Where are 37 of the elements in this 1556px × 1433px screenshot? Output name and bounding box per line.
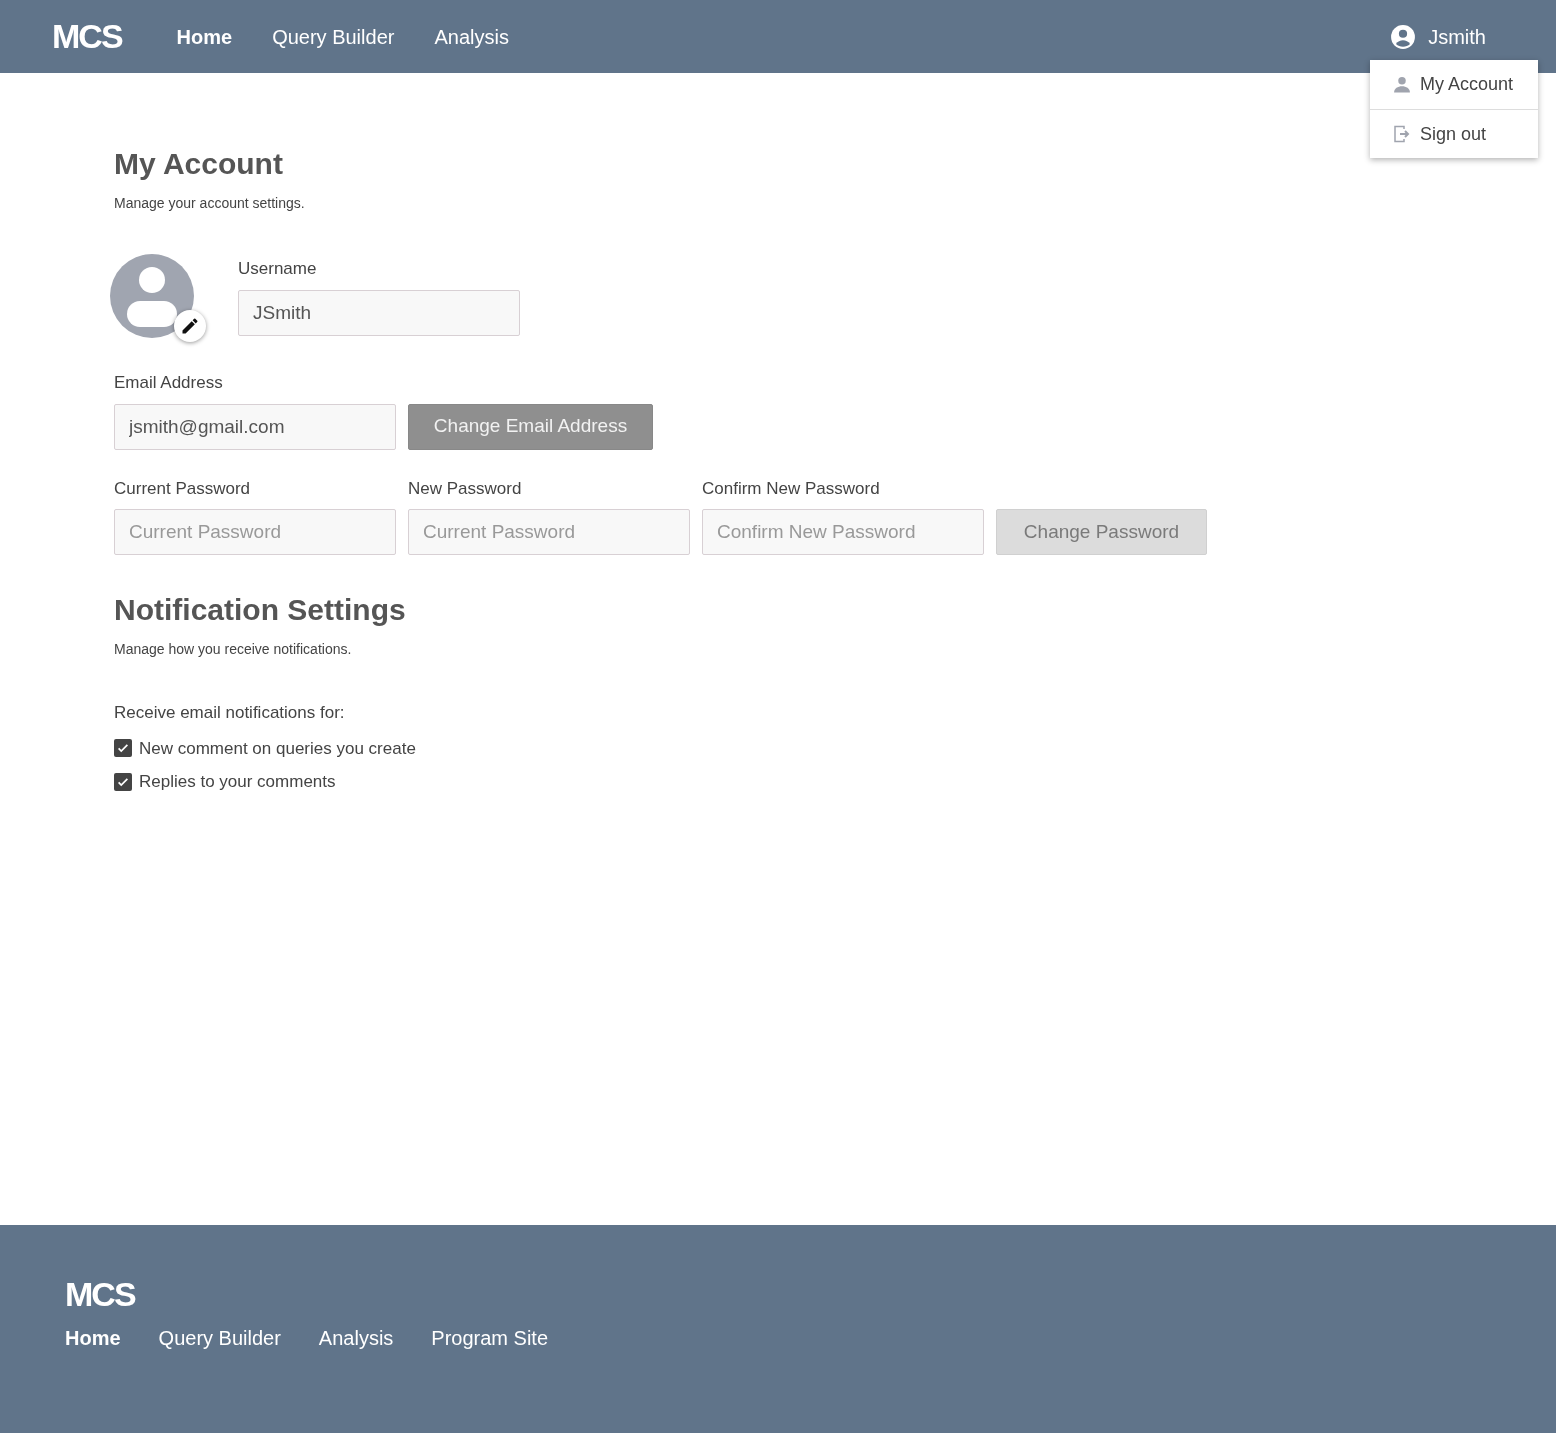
change-email-button[interactable]: Change Email Address xyxy=(408,403,653,450)
password-field[interactable]: Confirm New Password xyxy=(702,509,984,555)
menu-item[interactable]: My Account xyxy=(1370,60,1538,109)
edit-avatar-button[interactable] xyxy=(174,310,206,342)
footer-link[interactable]: Home xyxy=(65,1323,121,1353)
menu-item[interactable]: Sign out xyxy=(1370,109,1538,158)
pencil-icon xyxy=(180,316,200,336)
sign-out-icon xyxy=(1392,124,1412,144)
email-field[interactable]: jsmith@gmail.com xyxy=(114,403,396,450)
notification-prompt: Receive email notifications for: xyxy=(114,702,346,724)
checkbox-label: New comment on queries you create xyxy=(139,737,416,760)
person-icon xyxy=(1392,74,1412,95)
checkbox[interactable] xyxy=(114,772,132,791)
nav-link[interactable]: Query Builder xyxy=(272,21,395,52)
field-label: Email Address xyxy=(114,372,224,394)
footer-logo[interactable]: MCS xyxy=(65,1277,1556,1311)
footer-link[interactable]: Query Builder xyxy=(158,1323,281,1353)
password-field[interactable]: Current Password xyxy=(114,509,396,555)
section-title: Notification Settings xyxy=(114,595,407,625)
field-label: Username xyxy=(238,258,318,280)
page-subtitle: Manage your account settings. xyxy=(114,194,306,213)
checkbox[interactable] xyxy=(114,739,132,758)
field-label: Current Password xyxy=(114,477,252,500)
password-field[interactable]: Current Password xyxy=(408,509,690,555)
username-field[interactable]: JSmith xyxy=(238,289,520,336)
section-subtitle: Manage how you receive notifications. xyxy=(114,640,353,659)
field-label: Confirm New Password xyxy=(702,477,881,500)
footer-link[interactable]: Program Site xyxy=(431,1323,549,1353)
page-title: My Account xyxy=(114,149,284,179)
user-circle-icon xyxy=(1390,23,1417,50)
nav-link[interactable]: Analysis xyxy=(434,21,509,52)
footer-link[interactable]: Analysis xyxy=(318,1323,394,1353)
checkbox-label: Replies to your comments xyxy=(139,771,336,793)
nav-link[interactable]: Home xyxy=(176,21,233,52)
field-label: New Password xyxy=(408,477,523,500)
user-menu-button[interactable]: Jsmith xyxy=(1390,21,1486,52)
logo[interactable]: MCS xyxy=(52,11,122,62)
